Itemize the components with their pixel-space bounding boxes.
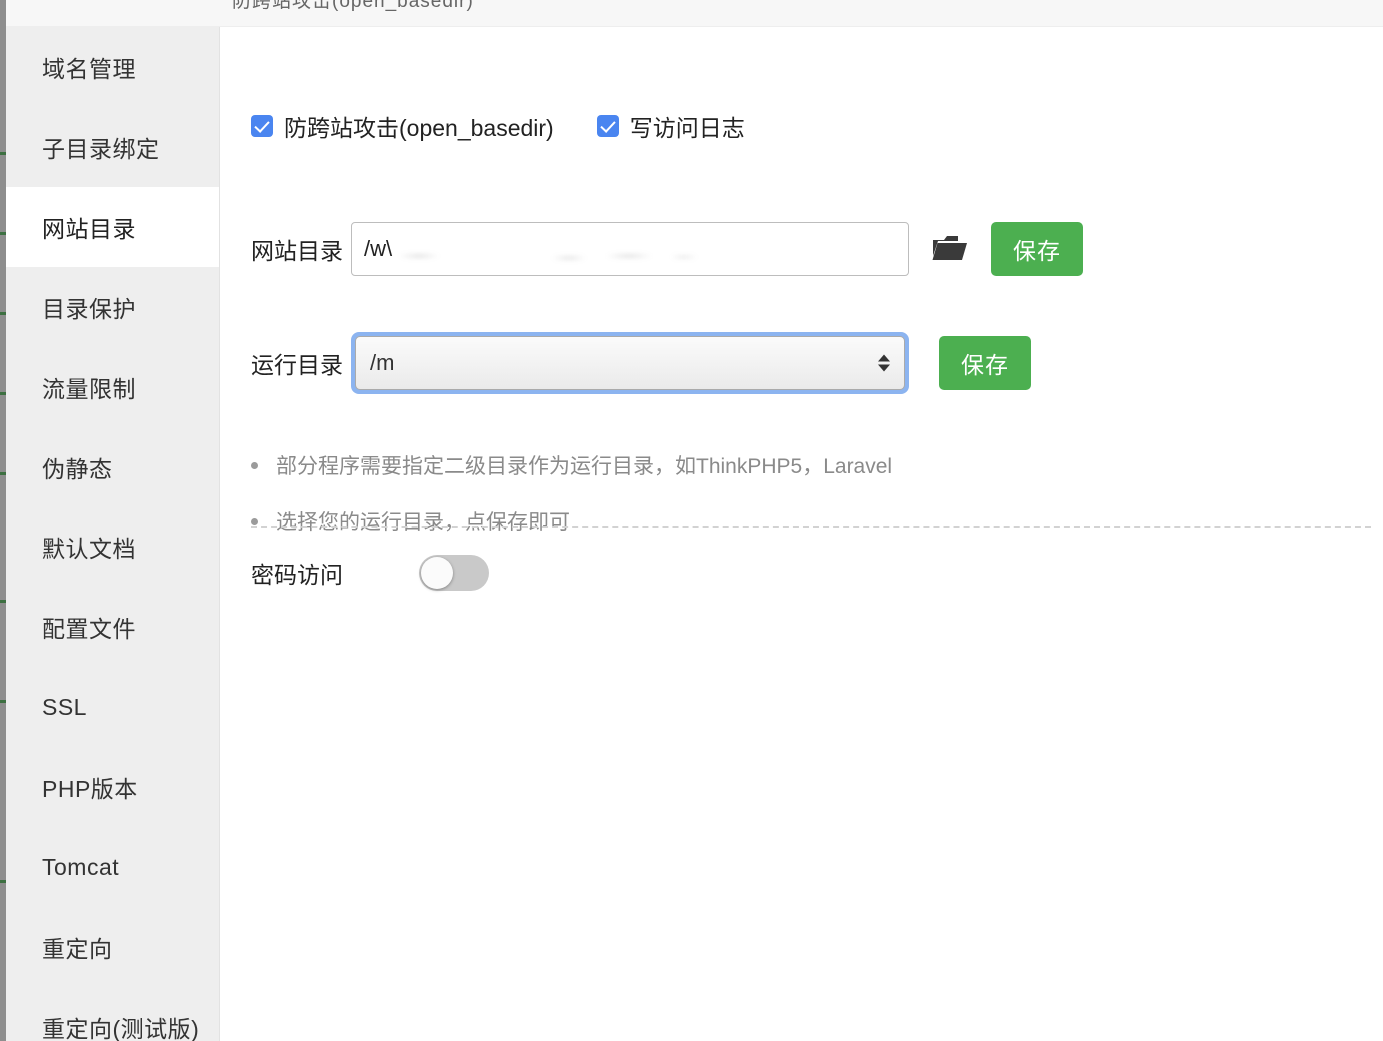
sidebar-item-config-file[interactable]: 配置文件 [6, 587, 219, 667]
sidebar-item-label: Tomcat [42, 854, 119, 881]
sidebar-item-domain-management[interactable]: 域名管理 [6, 27, 219, 107]
app-page: 防跨站攻击(open_basedir) 域名管理 子目录绑定 网站目录 目录保护… [0, 0, 1383, 1041]
save-website-directory-button[interactable]: 保存 [991, 222, 1083, 276]
sidebar-item-subdirectory-binding[interactable]: 子目录绑定 [6, 107, 219, 187]
sidebar-item-label: 流量限制 [42, 370, 136, 404]
sidebar-item-label: 重定向 [42, 930, 113, 964]
password-access-row: 密码访问 [251, 555, 489, 591]
website-directory-label: 网站目录 [251, 232, 351, 266]
sidebar-item-redirect-beta[interactable]: 重定向(测试版) [6, 987, 219, 1041]
sidebar-item-label: 网站目录 [42, 210, 136, 244]
sidebar-item-website-directory[interactable]: 网站目录 [6, 187, 219, 267]
checkbox-write-access-log-label: 写访问日志 [630, 109, 745, 143]
tip-text: 选择您的运行目录，点保存即可 [276, 506, 570, 536]
sidebar-item-rewrite[interactable]: 伪静态 [6, 427, 219, 507]
bullet-icon [251, 462, 258, 469]
top-header-strip: 防跨站攻击(open_basedir) [0, 0, 1383, 27]
run-directory-select-focus-ring: /m [351, 332, 909, 394]
checkbox-open-basedir-label: 防跨站攻击(open_basedir) [284, 109, 554, 143]
sidebar-item-label: SSL [42, 694, 87, 721]
scrollbar-marker [0, 392, 6, 395]
sidebar-item-label: 目录保护 [42, 290, 136, 324]
sidebar-item-redirect[interactable]: 重定向 [6, 907, 219, 987]
password-access-toggle[interactable] [419, 555, 489, 591]
run-directory-select-value: /m [370, 350, 394, 376]
scrollbar-marker [0, 232, 6, 235]
scrollbar-marker [0, 312, 6, 315]
run-directory-tips: 部分程序需要指定二级目录作为运行目录，如ThinkPHP5，Laravel 选择… [251, 450, 892, 562]
save-run-directory-button[interactable]: 保存 [939, 336, 1031, 390]
sidebar-item-traffic-limit[interactable]: 流量限制 [6, 347, 219, 427]
website-directory-row: 网站目录 保存 [251, 222, 1083, 276]
scrollbar-marker [0, 600, 6, 603]
website-directory-input[interactable] [351, 222, 909, 276]
website-directory-input-wrap [351, 222, 909, 276]
checkbox-open-basedir[interactable]: 防跨站攻击(open_basedir) [251, 109, 554, 143]
page-scrollbar[interactable] [0, 0, 6, 1041]
sidebar-item-label: 默认文档 [42, 530, 136, 564]
bullet-icon [251, 518, 258, 525]
check-icon [251, 115, 273, 137]
folder-open-icon[interactable] [931, 234, 969, 264]
options-checkbox-row: 防跨站攻击(open_basedir) 写访问日志 [251, 109, 745, 143]
sidebar-item-default-document[interactable]: 默认文档 [6, 507, 219, 587]
sidebar-item-php-version[interactable]: PHP版本 [6, 747, 219, 827]
checkbox-write-access-log[interactable]: 写访问日志 [597, 109, 745, 143]
scrollbar-marker [0, 472, 6, 475]
sidebar-item-label: 重定向(测试版) [42, 1010, 199, 1041]
website-directory-panel: 防跨站攻击(open_basedir) 写访问日志 网站目录 保存 [220, 27, 1383, 1041]
run-directory-label: 运行目录 [251, 346, 351, 380]
settings-sidebar: 域名管理 子目录绑定 网站目录 目录保护 流量限制 伪静态 默认文档 配置文件 … [6, 27, 220, 1041]
sidebar-item-directory-protection[interactable]: 目录保护 [6, 267, 219, 347]
section-divider [251, 526, 1371, 528]
scrollbar-marker [0, 700, 6, 703]
sidebar-item-label: 域名管理 [42, 50, 136, 84]
sidebar-item-label: 子目录绑定 [42, 130, 160, 164]
sidebar-item-ssl[interactable]: SSL [6, 667, 219, 747]
scrollbar-marker [0, 152, 6, 155]
check-icon [597, 115, 619, 137]
sidebar-item-tomcat[interactable]: Tomcat [6, 827, 219, 907]
scrollbar-marker [0, 880, 6, 883]
chevron-updown-icon [878, 355, 890, 372]
run-directory-row: 运行目录 /m 保存 [251, 332, 1031, 394]
sidebar-item-label: PHP版本 [42, 770, 138, 804]
toggle-knob [421, 557, 453, 589]
sidebar-item-label: 配置文件 [42, 610, 136, 644]
run-directory-select[interactable]: /m [355, 336, 905, 390]
tip-item: 选择您的运行目录，点保存即可 [251, 506, 892, 536]
top-header-ghost-text: 防跨站攻击(open_basedir) [232, 0, 474, 13]
sidebar-item-label: 伪静态 [42, 450, 113, 484]
tip-item: 部分程序需要指定二级目录作为运行目录，如ThinkPHP5，Laravel [251, 450, 892, 480]
tip-text: 部分程序需要指定二级目录作为运行目录，如ThinkPHP5，Laravel [276, 450, 892, 480]
password-access-label: 密码访问 [251, 556, 419, 590]
